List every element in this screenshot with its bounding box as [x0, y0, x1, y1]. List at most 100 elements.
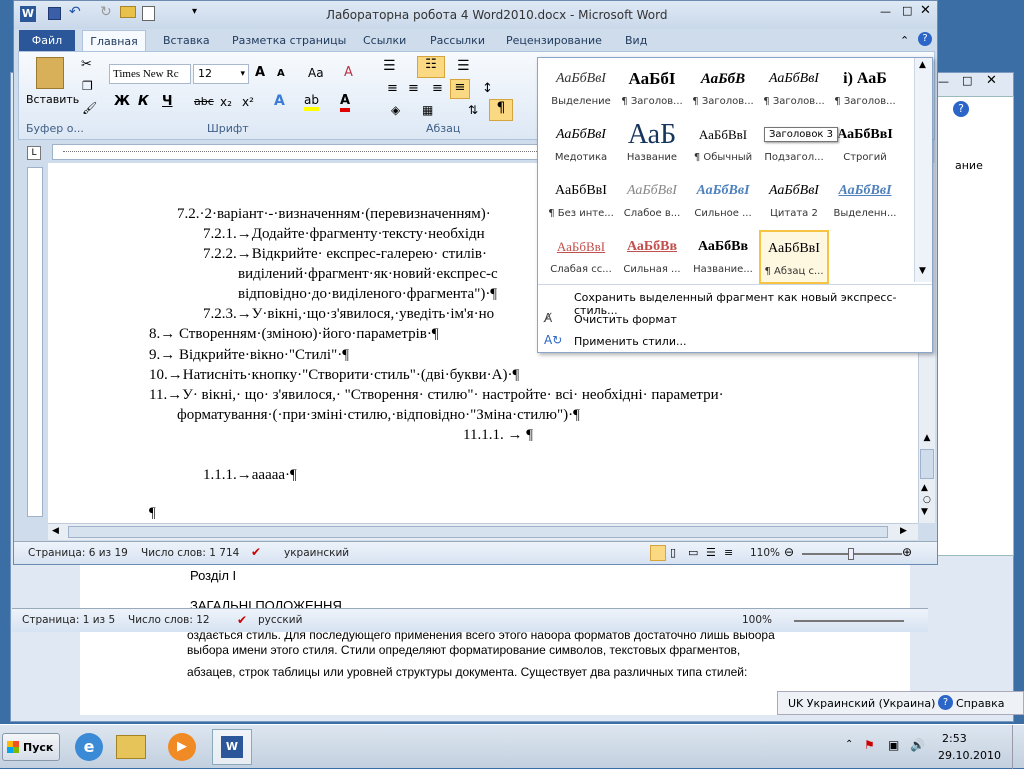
style-gallery-item[interactable]: АаБбВ ¶ Заголов...	[688, 62, 758, 116]
tab-review[interactable]: Рецензирование	[506, 30, 602, 52]
multilevel-list-icon[interactable]: ☰	[457, 58, 470, 74]
bullets-icon[interactable]: ☰	[383, 58, 396, 74]
style-gallery-item[interactable]: АаБ Название	[617, 118, 687, 172]
horizontal-scrollbar[interactable]: ◀ ▶	[48, 523, 918, 540]
font-color-icon[interactable]: A	[340, 93, 351, 112]
tab-view[interactable]: Вид	[625, 30, 647, 52]
change-case-icon[interactable]: Aa	[308, 66, 324, 80]
customize-qat-icon[interactable]: ▾	[192, 6, 197, 17]
start-button[interactable]: Пуск	[2, 733, 60, 761]
shading-icon[interactable]: ◈	[391, 103, 400, 117]
line-spacing-icon[interactable]: ↕	[482, 81, 493, 96]
ie-icon[interactable]: e	[75, 733, 103, 761]
status-words[interactable]: Число слов: 1 714	[141, 547, 239, 559]
web-layout-icon[interactable]: ▭	[688, 546, 698, 559]
zoom-slider[interactable]	[802, 548, 902, 560]
back-zoom-level[interactable]: 100%	[742, 614, 772, 626]
style-gallery-item[interactable]: АаБбВвІ Медотика	[546, 118, 616, 172]
collapse-ribbon-icon[interactable]: ⌃	[900, 34, 909, 47]
style-gallery-item[interactable]: i) АаБ ¶ Заголов...	[830, 62, 900, 116]
text-effects-icon[interactable]: A	[274, 93, 285, 109]
help-icon[interactable]: ?	[938, 695, 953, 710]
italic-button[interactable]: К	[138, 94, 149, 109]
borders-icon[interactable]: ▦	[422, 103, 433, 117]
tray-expand-icon[interactable]: ⌃	[845, 739, 853, 750]
shrink-font-icon[interactable]: A	[277, 68, 285, 79]
network-icon[interactable]: ▣	[888, 738, 899, 752]
tab-mailings[interactable]: Рассылки	[430, 30, 485, 52]
style-gallery-item[interactable]: АаБбВвІ Строгий	[830, 118, 900, 172]
paste-label[interactable]: Вставить	[26, 93, 79, 106]
tab-insert[interactable]: Вставка	[163, 30, 210, 52]
zoom-slider-thumb[interactable]	[848, 548, 854, 560]
next-page-icon[interactable]: ▼	[921, 507, 928, 517]
style-gallery-item[interactable]: АаБбВвІ ¶ Абзац с...	[759, 230, 829, 284]
tab-references[interactable]: Ссылки	[363, 30, 406, 52]
style-gallery-item[interactable]: АаБбІ ¶ Заголов...	[617, 62, 687, 116]
sort-icon[interactable]: ⇅	[468, 103, 478, 117]
browse-object-icon[interactable]: ○	[923, 495, 931, 505]
zoom-level[interactable]: 110%	[750, 547, 780, 559]
grow-font-icon[interactable]: A	[255, 65, 265, 80]
style-gallery-item[interactable]: АаБбВвІ Цитата 2	[759, 174, 829, 228]
highlight-color-icon[interactable]: ab	[304, 93, 319, 111]
tab-home[interactable]: Главная	[82, 30, 146, 52]
save-style-menu-item[interactable]: Сохранить выделенный фрагмент как новый …	[538, 287, 932, 317]
copy-icon[interactable]: ❐	[82, 79, 93, 93]
open-folder-icon[interactable]	[120, 6, 136, 18]
outline-view-icon[interactable]: ☰	[706, 546, 716, 559]
align-right-icon[interactable]: ≡	[432, 81, 443, 96]
spellcheck-icon[interactable]: ✔	[251, 545, 261, 559]
bold-button[interactable]: Ж	[114, 94, 130, 109]
undo-icon[interactable]: ↶	[69, 4, 81, 20]
scroll-right-icon[interactable]: ▶	[900, 526, 907, 536]
scroll-left-icon[interactable]: ◀	[52, 526, 59, 536]
print-layout-icon[interactable]	[650, 545, 666, 561]
minimize-icon[interactable]: —	[938, 75, 949, 88]
help-icon[interactable]: ?	[953, 101, 969, 117]
scroll-up-icon[interactable]: ▲	[919, 60, 926, 70]
style-gallery-item[interactable]: АаБбВв Сильная ...	[617, 230, 687, 284]
justify-icon[interactable]: ≡	[450, 79, 470, 99]
maximize-icon[interactable]: □	[902, 4, 912, 17]
style-gallery-item[interactable]: АаБбВв Название...	[688, 230, 758, 284]
show-desktop-button[interactable]	[1012, 725, 1024, 769]
spellcheck-icon[interactable]: ✔	[237, 613, 247, 627]
status-lang[interactable]: украинский	[284, 547, 349, 559]
style-gallery-item[interactable]: АаБбВвІ Сильное ...	[688, 174, 758, 228]
clock-date[interactable]: 29.10.2010	[938, 749, 1001, 762]
scroll-down-icon[interactable]: ▼	[919, 266, 926, 276]
tab-file[interactable]: Файл	[19, 30, 75, 52]
underline-button[interactable]: Ч	[162, 94, 173, 109]
close-icon[interactable]: ✕	[986, 73, 997, 88]
apply-styles-menu-item[interactable]: A↻ Применить стили...	[538, 331, 932, 351]
style-gallery-item[interactable]: АаБбВвІ Слабая сс...	[546, 230, 616, 284]
status-page[interactable]: Страница: 6 из 19	[28, 547, 128, 559]
strikethrough-button[interactable]: abc	[194, 95, 214, 108]
clock-time[interactable]: 2:53	[942, 732, 967, 745]
superscript-button[interactable]: x²	[242, 95, 254, 109]
help-label[interactable]: Справка	[956, 697, 1004, 710]
style-gallery-item[interactable]: АаБбВвІ Выделение	[546, 62, 616, 116]
explorer-icon[interactable]	[116, 735, 146, 759]
back-zoom-slider[interactable]	[794, 620, 904, 622]
back-status-lang[interactable]: русский	[258, 614, 302, 626]
language-indicator[interactable]: UK Украинский (Украина)	[788, 697, 935, 710]
font-size-box[interactable]: 12 ▾	[193, 64, 249, 84]
show-marks-icon[interactable]: ¶	[489, 99, 513, 121]
help-icon[interactable]: ?	[918, 32, 932, 46]
style-gallery-item[interactable]: АаБбВвІ ¶ Без инте...	[546, 174, 616, 228]
style-gallery-item[interactable]: АаБбВвІ ¶ Обычный	[688, 118, 758, 172]
format-painter-icon[interactable]: 🖌	[82, 101, 97, 115]
subscript-button[interactable]: x₂	[220, 95, 232, 109]
media-player-icon[interactable]: ▶	[168, 733, 196, 761]
action-center-icon[interactable]: ⚑	[864, 738, 875, 752]
maximize-icon[interactable]: □	[962, 74, 972, 87]
tab-page-layout[interactable]: Разметка страницы	[232, 30, 346, 52]
style-gallery-item[interactable]: АаБбВвІ Слабое в...	[617, 174, 687, 228]
numbering-icon[interactable]: ☷	[417, 56, 445, 78]
cut-icon[interactable]: ✂	[81, 57, 92, 72]
vertical-ruler[interactable]	[27, 167, 43, 517]
chevron-down-icon[interactable]: ▾	[240, 65, 245, 83]
align-left-icon[interactable]: ≡	[387, 81, 398, 96]
